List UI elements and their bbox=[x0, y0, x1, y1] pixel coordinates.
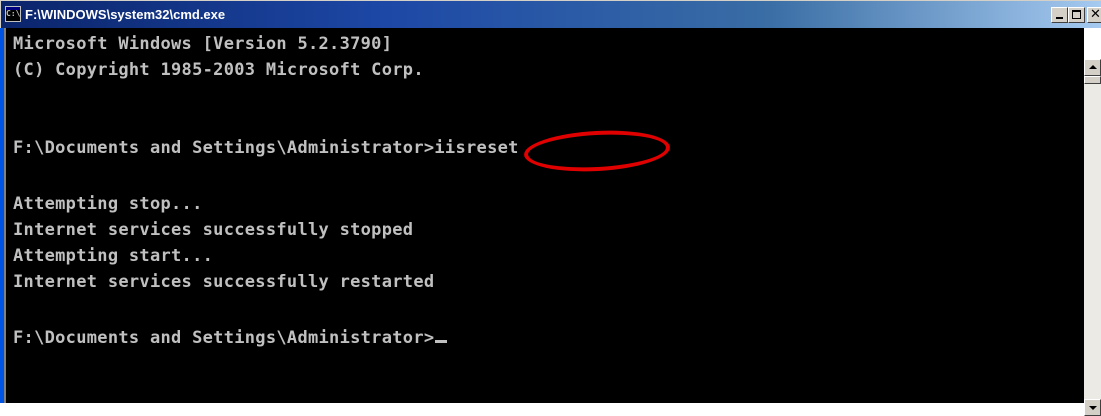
title-bar[interactable]: C:\ F:\WINDOWS\system32\cmd.exe ✕ bbox=[0, 0, 1101, 28]
console-prompt-line: F:\Documents and Settings\Administrator> bbox=[13, 326, 448, 350]
scroll-down-button[interactable] bbox=[1084, 399, 1101, 416]
maximize-icon bbox=[1072, 10, 1081, 19]
minimize-button[interactable] bbox=[1051, 7, 1068, 23]
scroll-up-button[interactable] bbox=[1084, 59, 1101, 76]
scrollbar-gap bbox=[1084, 28, 1101, 59]
maximize-button[interactable] bbox=[1068, 7, 1085, 23]
console-line-command: F:\Documents and Settings\Administrator>… bbox=[13, 138, 519, 158]
console-line: Attempting start... bbox=[13, 246, 214, 266]
scrollbar-thumb[interactable] bbox=[1084, 76, 1101, 84]
console-line: (C) Copyright 1985-2003 Microsoft Corp. bbox=[13, 60, 424, 80]
console-line: Internet services successfully restarted bbox=[13, 272, 435, 292]
arrow-up-icon bbox=[1089, 65, 1097, 69]
console-line: Microsoft Windows [Version 5.2.3790] bbox=[13, 34, 393, 54]
cmd-icon[interactable]: C:\ bbox=[5, 6, 21, 22]
command-prompt-window: C:\ F:\WINDOWS\system32\cmd.exe ✕ Micros… bbox=[0, 0, 1101, 416]
text-cursor bbox=[435, 340, 448, 343]
vertical-scrollbar[interactable] bbox=[1084, 28, 1101, 416]
console-prompt: F:\Documents and Settings\Administrator> bbox=[13, 328, 435, 348]
arrow-down-icon bbox=[1089, 406, 1097, 410]
console-output[interactable]: Microsoft Windows [Version 5.2.3790] (C)… bbox=[4, 28, 1084, 403]
minimize-icon bbox=[1056, 17, 1063, 19]
console-line: Internet services successfully stopped bbox=[13, 220, 414, 240]
window-title: F:\WINDOWS\system32\cmd.exe bbox=[25, 7, 226, 22]
close-icon: ✕ bbox=[1090, 7, 1101, 22]
console-line: Attempting stop... bbox=[13, 194, 203, 214]
close-button[interactable]: ✕ bbox=[1087, 7, 1101, 23]
